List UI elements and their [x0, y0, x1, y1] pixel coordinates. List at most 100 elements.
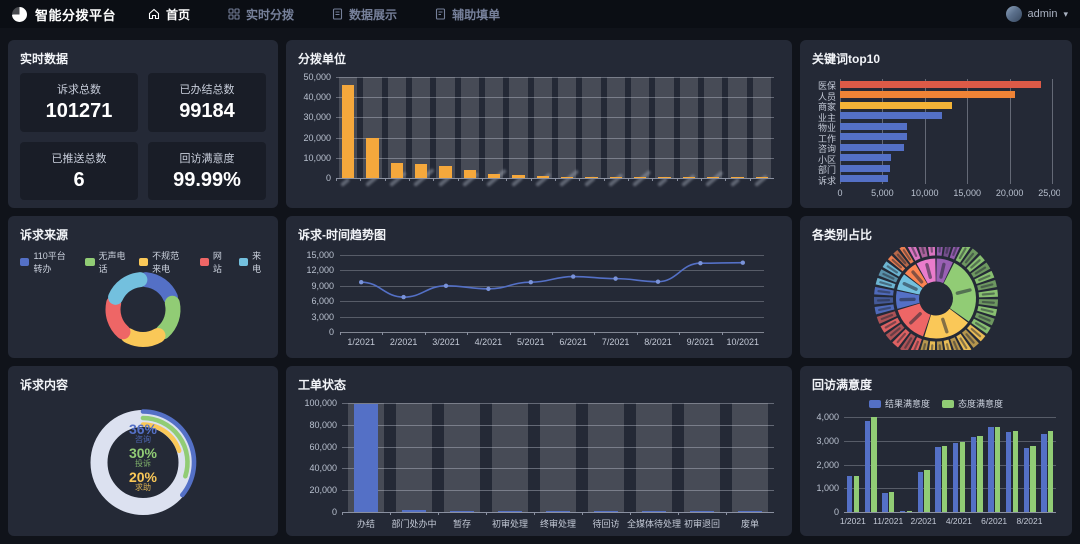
bar: [889, 492, 894, 512]
bar-background-column: [412, 77, 430, 178]
y-axis-tick-label: 20,000: [298, 133, 331, 143]
bar: [995, 427, 1000, 513]
bar-background-column: [753, 77, 771, 178]
legend-swatch: [20, 258, 29, 266]
panel-title: 回访满意度: [812, 376, 1060, 393]
x-axis-line: [342, 512, 774, 513]
legend-item[interactable]: 结果满意度: [869, 397, 930, 410]
data-point: [613, 276, 617, 280]
bar-background-column: [540, 403, 576, 512]
bar: [1024, 448, 1029, 512]
stat-cards: 诉求总数 101271 已办结总数 99184 已推送总数 6 回访满意度 99…: [20, 73, 266, 200]
illegible-segment-label: [931, 247, 932, 252]
bar: [840, 112, 942, 119]
donut-segment: [128, 335, 158, 339]
bar: [935, 447, 940, 512]
x-axis-tick-label: 20,000: [988, 188, 1032, 198]
bar: [415, 164, 428, 178]
nav-item-data-display[interactable]: 数据展示: [332, 6, 397, 23]
gridline: [336, 138, 774, 139]
panel-trend: 诉求-时间趋势图 03,0006,0009,00012,00015,0001/2…: [286, 216, 792, 358]
bar: [840, 123, 907, 130]
legend-label: 来电: [252, 249, 266, 275]
ring-label: 咨询: [109, 436, 177, 444]
top-nav: 智能分拨平台 首页 实时分拨 数据展示 辅助填单 admin ▾: [0, 0, 1080, 28]
gridline: [336, 158, 774, 159]
legend-item[interactable]: 不规范来电: [139, 249, 188, 275]
legend-item[interactable]: 无声电话: [85, 249, 127, 275]
stat-card-satisfaction: 回访满意度 99.99%: [148, 142, 266, 201]
nav-item-home[interactable]: 首页: [148, 6, 190, 23]
gridline: [342, 425, 774, 426]
bar: [840, 91, 1015, 98]
stat-card-pushed: 已推送总数 6: [20, 142, 138, 201]
y-axis-tick-label: 4,000: [812, 412, 839, 422]
stat-card-completed: 已办结总数 99184: [148, 73, 266, 132]
y-axis-tick-label: 20,000: [298, 485, 337, 495]
sources-donut-chart: 110平台转办无声电话不规范来电网站来电: [20, 247, 266, 350]
legend-label: 态度满意度: [958, 397, 1003, 410]
dashboard-grid: 实时数据 诉求总数 101271 已办结总数 99184 已推送总数 6 回访满…: [0, 28, 1080, 544]
legend-label: 110平台转办: [33, 249, 73, 275]
data-point: [571, 274, 575, 278]
workorder-status-bar-chart: 020,00040,00060,00080,000100,000办结部门处办中暂…: [298, 397, 780, 528]
y-axis-tick-label: 80,000: [298, 420, 337, 430]
y-axis-tick-label: 10,000: [298, 153, 331, 163]
user-menu[interactable]: admin ▾: [1006, 6, 1069, 22]
bar: [840, 133, 907, 140]
gridline: [1052, 79, 1053, 184]
panel-title: 实时数据: [20, 50, 266, 67]
x-axis-line: [844, 512, 1056, 513]
stat-value: 101271: [46, 100, 113, 123]
legend-item[interactable]: 110平台转办: [20, 249, 73, 275]
bar: [464, 170, 477, 178]
avatar: [1006, 6, 1022, 22]
gridline: [336, 117, 774, 118]
nav-item-realtime-dispatch[interactable]: 实时分拨: [228, 6, 294, 23]
gridline: [342, 403, 774, 404]
stat-label: 已办结总数: [180, 81, 235, 97]
data-point: [359, 280, 363, 284]
bar-background-column: [492, 403, 528, 512]
panel-title: 诉求来源: [20, 226, 266, 243]
bar-background-column: [461, 77, 479, 178]
bar: [942, 446, 947, 513]
nav-item-label: 首页: [166, 6, 190, 23]
bar: [840, 175, 888, 182]
bar: [971, 437, 976, 512]
legend-item[interactable]: 网站: [200, 249, 227, 275]
donut-segment: [113, 303, 123, 332]
bar: [854, 476, 859, 512]
ring-label: 求助: [109, 484, 177, 492]
legend-item[interactable]: 来电: [239, 249, 266, 275]
bar-background-column: [732, 403, 768, 512]
bar: [953, 443, 958, 512]
ring-percent: 36%: [109, 422, 177, 437]
stat-value: 99.99%: [173, 169, 241, 192]
username: admin: [1028, 8, 1058, 20]
illegible-segment-label: [983, 302, 994, 303]
x-axis-tick-label: 10,000: [903, 188, 947, 198]
bar: [354, 404, 379, 512]
nav-item-assist-form[interactable]: 辅助填单: [435, 6, 500, 23]
legend-item[interactable]: 态度满意度: [942, 397, 1003, 410]
gridline: [336, 97, 774, 98]
illegible-segment-label: [878, 291, 889, 292]
legend-swatch: [85, 258, 94, 266]
bar: [1013, 431, 1018, 512]
legend-label: 无声电话: [99, 249, 127, 275]
legend-label: 结果满意度: [885, 397, 930, 410]
stat-label: 回访满意度: [180, 150, 235, 166]
panel-request-content: 诉求内容 36%咨询30%投诉20%求助: [8, 366, 278, 536]
bar-background-column: [558, 77, 576, 178]
content-rings-chart: 36%咨询30%投诉20%求助: [20, 397, 266, 528]
bar-background-column: [636, 403, 672, 512]
data-point: [486, 287, 490, 291]
bar-background-column: [728, 77, 746, 178]
bar-background-column: [582, 77, 600, 178]
x-axis-tick-label: 25,000: [1030, 188, 1060, 198]
bar-background-column: [684, 403, 720, 512]
trend-line: [361, 263, 743, 297]
nav-item-label: 数据展示: [349, 6, 397, 23]
panel-workorder-status: 工单状态 020,00040,00060,00080,000100,000办结部…: [286, 366, 792, 536]
